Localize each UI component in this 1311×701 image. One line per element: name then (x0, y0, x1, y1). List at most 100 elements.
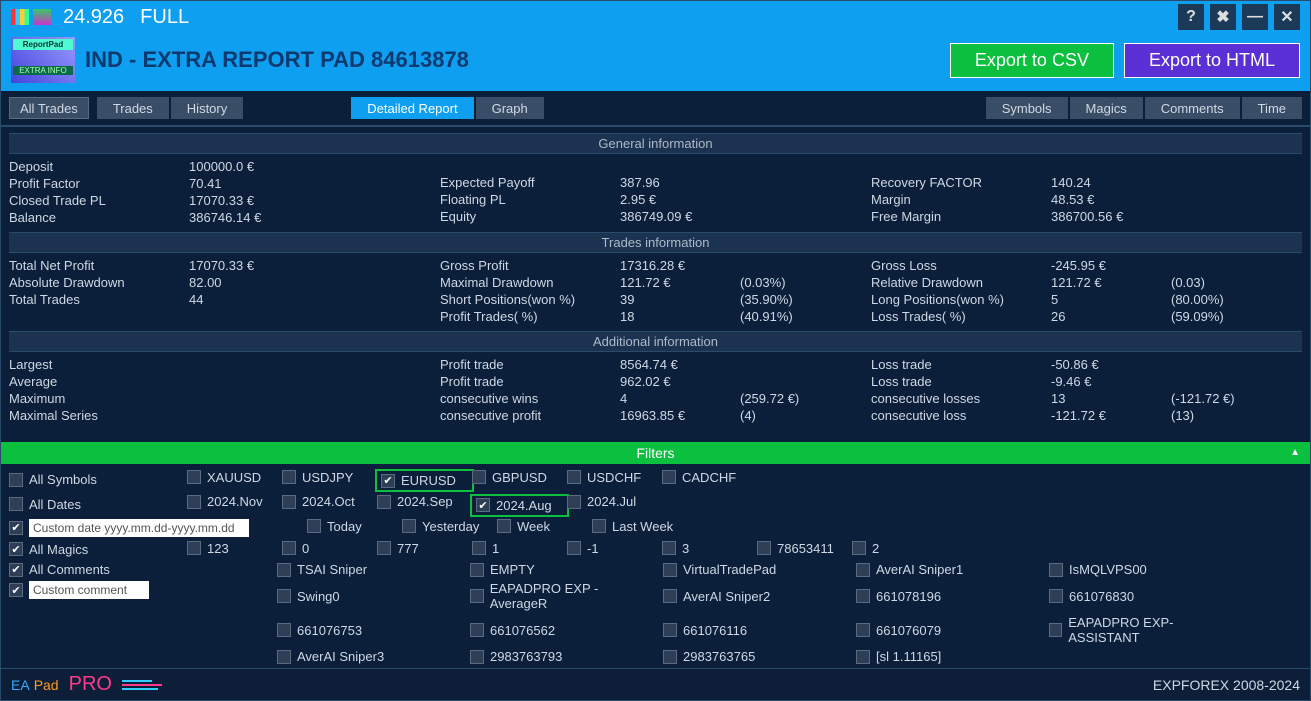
filter-checkbox[interactable]: -1 (567, 541, 662, 556)
filter-checkbox[interactable]: EAPADPRO EXP - AverageR (470, 581, 655, 611)
filter-checkbox[interactable]: 661076116 (663, 615, 848, 645)
filter-all-magics[interactable]: All Magics (9, 542, 179, 557)
help-button[interactable]: ? (1178, 4, 1204, 30)
filter-checkbox[interactable]: 661076753 (277, 615, 462, 645)
filter-all-dates[interactable]: All Dates (9, 497, 179, 512)
tab-magics[interactable]: Magics (1070, 97, 1143, 119)
filter-custom-comment[interactable]: Custom comment (9, 581, 269, 599)
filter-checkbox[interactable]: EMPTY (470, 562, 655, 577)
report-value-extra: (13) (1171, 408, 1271, 423)
report-label: Gross Loss (871, 258, 1051, 273)
tab-time[interactable]: Time (1242, 97, 1302, 119)
filter-checkbox[interactable]: 661076830 (1049, 581, 1234, 611)
filter-checkbox[interactable]: 777 (377, 541, 472, 556)
report-label: Deposit (9, 159, 189, 174)
report-label: Average (9, 374, 189, 389)
close-button[interactable]: ✕ (1274, 4, 1300, 30)
filter-checkbox[interactable]: CADCHF (662, 470, 757, 485)
filter-checkbox[interactable]: 3 (662, 541, 757, 556)
filter-checkbox[interactable]: 1 (472, 541, 567, 556)
report-value-extra (740, 258, 840, 273)
minimize-button[interactable]: — (1242, 4, 1268, 30)
filter-checkbox[interactable]: AverAI Sniper2 (663, 581, 848, 611)
footer-bars-icon (122, 680, 162, 690)
tab-detailed-report[interactable]: Detailed Report (351, 97, 473, 119)
filter-checkbox[interactable]: USDJPY (282, 470, 377, 485)
filter-checkbox[interactable]: 123 (187, 541, 282, 556)
report-value: -50.86 € (1051, 357, 1171, 372)
settings-button[interactable]: ✖ (1210, 4, 1236, 30)
filter-checkbox[interactable]: GBPUSD (472, 470, 567, 485)
report-value: 8564.74 € (620, 357, 740, 372)
report-value: 17070.33 € (189, 193, 309, 208)
export-html-button[interactable]: Export to HTML (1124, 43, 1300, 78)
filter-checkbox[interactable]: 661078196 (856, 581, 1041, 611)
filter-checkbox[interactable]: XAUUSD (187, 470, 282, 485)
report-label: Largest (9, 357, 189, 372)
report-value: 26 (1051, 309, 1171, 324)
filter-checkbox[interactable]: USDCHF (567, 470, 662, 485)
footer-pro: PRO (69, 673, 112, 696)
report-label: consecutive wins (440, 391, 620, 406)
filter-checkbox[interactable]: AverAI Sniper1 (856, 562, 1041, 577)
report-label: Total Net Profit (9, 258, 189, 273)
filter-all-symbols[interactable]: All Symbols (9, 472, 179, 487)
filter-checkbox[interactable]: 2024.Aug (472, 496, 567, 515)
footer-ea: EA (11, 677, 30, 693)
filter-checkbox[interactable]: Week (497, 519, 592, 534)
filter-checkbox[interactable]: TSAI Sniper (277, 562, 462, 577)
tab-comments[interactable]: Comments (1145, 97, 1240, 119)
filter-checkbox[interactable]: 661076562 (470, 615, 655, 645)
filter-checkbox[interactable]: EURUSD (377, 471, 472, 490)
filter-checkbox[interactable]: 2024.Jul (567, 494, 662, 509)
report-value-extra (740, 357, 840, 372)
filter-checkbox[interactable]: IsMQLVPS00 (1049, 562, 1234, 577)
filter-checkbox[interactable]: 2024.Nov (187, 494, 282, 509)
report-value-extra: (0.03%) (740, 275, 840, 290)
tab-trades[interactable]: Trades (97, 97, 169, 119)
filter-checkbox[interactable]: 0 (282, 541, 377, 556)
report-label: consecutive loss (871, 408, 1051, 423)
tab-graph[interactable]: Graph (476, 97, 544, 119)
report-label: Loss trade (871, 374, 1051, 389)
filter-checkbox[interactable]: Yesterday (402, 519, 497, 534)
report-value-extra (740, 374, 840, 389)
report-label: Profit trade (440, 357, 620, 372)
tab-symbols[interactable]: Symbols (986, 97, 1068, 119)
filter-checkbox[interactable]: 2983763765 (663, 649, 848, 664)
filter-checkbox[interactable]: 2 (852, 541, 947, 556)
trades-grid: Total Net Profit17070.33 €Absolute Drawd… (9, 253, 1302, 331)
report-value: 386749.09 € (620, 209, 740, 224)
report-label: Balance (9, 210, 189, 225)
filter-checkbox[interactable]: VirtualTradePad (663, 562, 848, 577)
filter-checkbox[interactable]: 2024.Oct (282, 494, 377, 509)
report-value: 386746.14 € (189, 210, 309, 225)
section-trades-header: Trades information (9, 232, 1302, 253)
export-csv-button[interactable]: Export to CSV (950, 43, 1114, 78)
report-value: 140.24 (1051, 175, 1171, 190)
report-value: 962.02 € (620, 374, 740, 389)
filters-header[interactable]: Filters ▲ (1, 442, 1310, 464)
filter-checkbox[interactable]: Today (307, 519, 402, 534)
filter-checkbox[interactable]: [sl 1.11165] (856, 649, 1041, 664)
report-value: -9.46 € (1051, 374, 1171, 389)
report-value-extra: (40.91%) (740, 309, 840, 324)
report-value: 17316.28 € (620, 258, 740, 273)
filter-checkbox[interactable]: 78653411 (757, 541, 852, 556)
filter-checkbox[interactable]: 2024.Sep (377, 494, 472, 509)
report-value-extra: (59.09%) (1171, 309, 1271, 324)
tab-history[interactable]: History (171, 97, 243, 119)
filter-custom-date[interactable]: Custom date yyyy.mm.dd-yyyy.mm.dd (9, 519, 299, 537)
footer-pad: Pad (34, 677, 59, 693)
filter-checkbox[interactable]: AverAI Sniper3 (277, 649, 462, 664)
filter-all-comments[interactable]: All Comments (9, 562, 269, 577)
tab-all-trades[interactable]: All Trades (9, 97, 89, 119)
filter-checkbox[interactable]: Last Week (592, 519, 687, 534)
filter-checkbox[interactable]: Swing0 (277, 581, 462, 611)
page-title: IND - EXTRA REPORT PAD 84613878 (85, 47, 940, 73)
report-value: -121.72 € (1051, 408, 1171, 423)
filter-checkbox[interactable]: 2983763793 (470, 649, 655, 664)
filter-checkbox[interactable]: 661076079 (856, 615, 1041, 645)
report-label: Closed Trade PL (9, 193, 189, 208)
filter-checkbox[interactable]: EAPADPRO EXP-ASSISTANT (1049, 615, 1234, 645)
